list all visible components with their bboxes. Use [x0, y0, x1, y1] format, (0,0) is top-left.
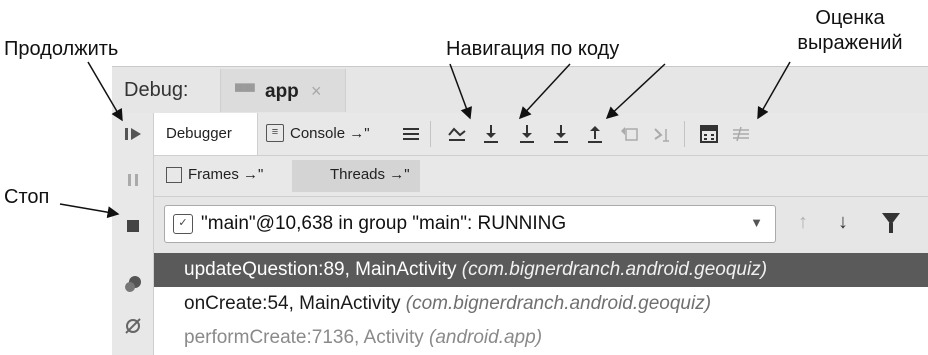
frames-threads-tabs: Frames →" Threads →" [154, 156, 928, 197]
evaluate-expression-button[interactable] [696, 121, 722, 147]
run-to-cursor-button[interactable] [650, 121, 676, 147]
menu-icon [403, 128, 419, 140]
arrow-stop [59, 203, 120, 219]
console-icon: ≡ [266, 124, 284, 142]
show-execution-point-button[interactable] [444, 121, 470, 147]
frame-text: updateQuestion:89, MainActivity (com.big… [184, 259, 767, 281]
breakpoints-icon [125, 276, 141, 292]
step-into-button[interactable] [514, 121, 540, 147]
previous-frame-button[interactable]: ↑ [798, 211, 808, 234]
pause-icon [128, 174, 138, 186]
calculator-icon [700, 125, 718, 143]
thread-icon: ✓ [173, 214, 193, 234]
pause-button[interactable] [122, 169, 144, 191]
annotation-stop: Стоп [4, 186, 50, 208]
frame-method: updateQuestion:89, MainActivity [184, 259, 457, 280]
chevron-down-icon: ▼ [750, 215, 763, 230]
annotation-resume: Продолжить [4, 38, 119, 60]
side-toolbar [112, 113, 154, 355]
frame-row[interactable]: performCreate:7136, Activity (android.ap… [154, 321, 928, 355]
drop-frame-icon [621, 127, 638, 141]
step-over-icon [484, 125, 498, 143]
force-step-into-icon [554, 125, 568, 143]
annotation-evaluate-line2: выражений [797, 32, 903, 54]
step-over-button[interactable] [478, 121, 504, 147]
layout-settings-button[interactable] [398, 121, 424, 147]
thread-selector-value: "main"@10,638 in group "main": RUNNING [201, 213, 567, 234]
stop-button[interactable] [122, 215, 144, 237]
frame-package: (com.bignerdranch.android.geoquiz) [405, 293, 712, 314]
filter-icon[interactable] [882, 213, 900, 233]
step-into-icon [520, 125, 534, 143]
toolbar-separator [430, 121, 431, 147]
debug-window: Debug: ▀▀ app × Debugger ≡ Console →" Fr… [112, 66, 928, 355]
tab-debugger[interactable]: Debugger [154, 113, 258, 155]
drop-frame-button[interactable] [616, 121, 642, 147]
annotation-evaluate: Оценка выражений [776, 6, 924, 56]
resume-icon [125, 128, 141, 140]
trace-current-stream-button[interactable] [728, 121, 754, 147]
frame-method: performCreate:7136, Activity [184, 327, 424, 348]
frame-package: (android.app) [429, 327, 543, 348]
resume-button[interactable] [122, 123, 144, 145]
view-breakpoints-button[interactable] [122, 273, 144, 295]
run-to-cursor-icon [654, 128, 669, 142]
show-execution-point-icon [448, 127, 466, 141]
android-icon: ▀▀ [235, 83, 255, 99]
tab-frames-label: Frames →" [188, 166, 264, 183]
mute-breakpoints-button[interactable] [122, 315, 144, 337]
app-tab[interactable]: ▀▀ app × [220, 69, 346, 112]
mute-breakpoints-icon [125, 318, 141, 334]
tab-console-label: Console →" [290, 125, 370, 142]
frames-list: updateQuestion:89, MainActivity (com.big… [154, 253, 928, 355]
force-step-into-button[interactable] [548, 121, 574, 147]
frame-text: onCreate:54, MainActivity (com.bignerdra… [184, 293, 711, 315]
frames-icon [166, 167, 182, 183]
frame-text: performCreate:7136, Activity (android.ap… [184, 327, 542, 349]
step-out-button[interactable] [582, 121, 608, 147]
annotation-evaluate-line1: Оценка [815, 7, 885, 29]
step-out-icon [588, 126, 602, 143]
frame-package: (com.bignerdranch.android.geoquiz) [461, 259, 768, 280]
frame-method: onCreate:54, MainActivity [184, 293, 401, 314]
tab-debugger-label: Debugger [166, 125, 232, 142]
debug-title: Debug: [124, 79, 189, 101]
frame-row[interactable]: updateQuestion:89, MainActivity (com.big… [154, 253, 928, 287]
frame-row[interactable]: onCreate:54, MainActivity (com.bignerdra… [154, 287, 928, 321]
tab-threads[interactable]: Threads →" [292, 160, 420, 192]
debug-toolbar: Debugger ≡ Console →" [154, 113, 928, 156]
toolbar-separator [684, 121, 685, 147]
thread-selector[interactable]: ✓ "main"@10,638 in group "main": RUNNING… [164, 205, 776, 243]
annotation-navigation: Навигация по коду [446, 38, 620, 60]
next-frame-button[interactable]: ↓ [838, 211, 848, 234]
app-tab-label: app [265, 81, 299, 102]
stream-trace-icon [733, 126, 749, 142]
stop-icon [127, 220, 139, 232]
close-icon[interactable]: × [311, 81, 322, 102]
tab-threads-label: Threads →" [330, 166, 410, 183]
